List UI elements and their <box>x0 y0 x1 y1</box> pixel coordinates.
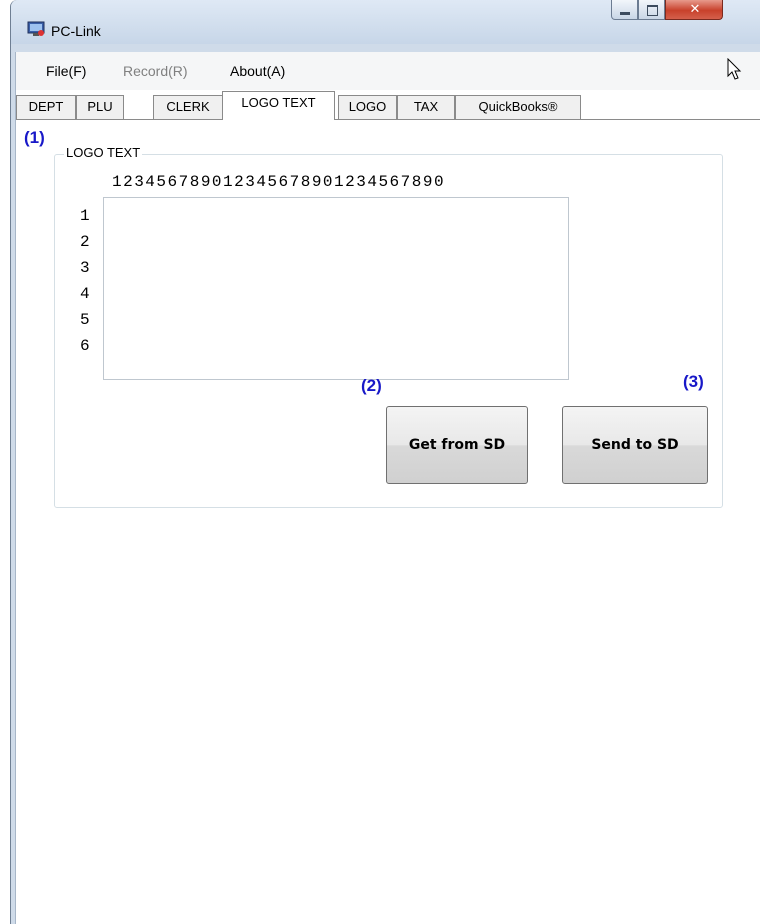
groupbox-label: LOGO TEXT <box>64 145 143 160</box>
minimize-button[interactable] <box>611 0 638 20</box>
window-title: PC-Link <box>51 23 101 39</box>
logo-text-tab-page: (1) LOGO TEXT 12345678901234567890123456… <box>16 120 760 924</box>
menu-file[interactable]: File(F) <box>46 63 86 79</box>
tab-quickbooks[interactable]: QuickBooks® <box>455 95 581 119</box>
menu-about[interactable]: About(A) <box>230 63 285 79</box>
line-number: 5 <box>80 311 90 329</box>
line-number: 1 <box>80 207 90 225</box>
tab-clerk[interactable]: CLERK <box>153 95 223 119</box>
menu-record[interactable]: Record(R) <box>123 63 188 79</box>
annotation-3: (3) <box>683 372 704 391</box>
get-from-sd-button[interactable]: Get from SD <box>386 406 528 484</box>
annotation-1: (1) <box>24 128 45 147</box>
close-icon: ✕ <box>689 2 701 17</box>
tab-dept[interactable]: DEPT <box>16 95 76 119</box>
maximize-button[interactable] <box>638 0 665 20</box>
app-icon <box>27 21 45 36</box>
close-button[interactable]: ✕ <box>665 0 723 20</box>
tab-strip: DEPT PLU CLERK LOGO TEXT LOGO TAX QuickB… <box>16 90 760 120</box>
tab-tax[interactable]: TAX <box>397 95 455 119</box>
menu-bar: File(F) Record(R) About(A) <box>16 52 760 90</box>
tab-logo[interactable]: LOGO <box>338 95 397 119</box>
line-number: 4 <box>80 285 90 303</box>
line-number: 3 <box>80 259 90 277</box>
mouse-cursor-icon <box>727 58 742 80</box>
tab-logo-text[interactable]: LOGO TEXT <box>222 91 335 120</box>
column-ruler: 123456789012345678901234567890 <box>112 173 446 191</box>
maximize-icon <box>647 5 658 16</box>
line-number: 2 <box>80 233 90 251</box>
minimize-icon <box>620 12 630 15</box>
logo-text-input[interactable] <box>103 197 569 380</box>
tab-plu[interactable]: PLU <box>76 95 124 119</box>
send-to-sd-button[interactable]: Send to SD <box>562 406 708 484</box>
client-area: File(F) Record(R) About(A) DEPT PLU CLER… <box>15 52 760 924</box>
annotation-2: (2) <box>361 376 382 395</box>
line-number: 6 <box>80 337 90 355</box>
